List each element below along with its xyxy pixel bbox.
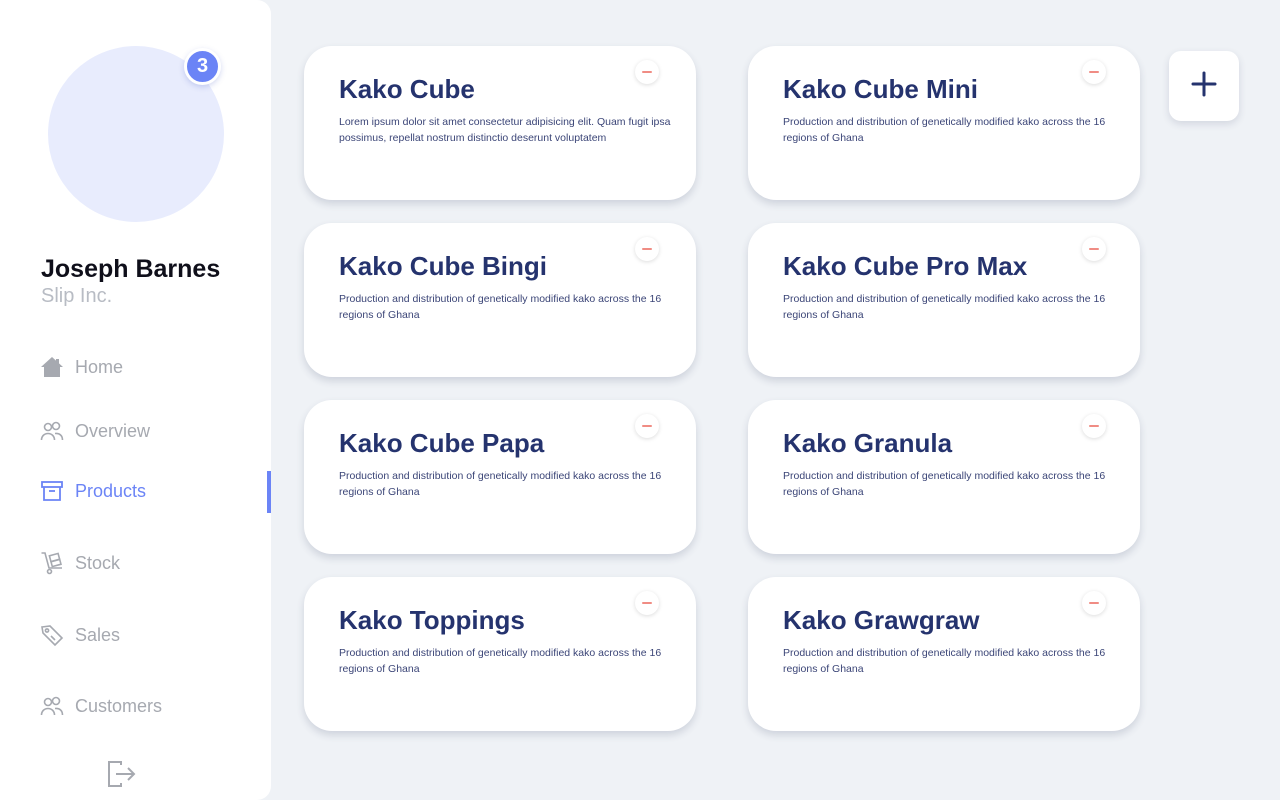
remove-product-button[interactable] [1082,591,1106,615]
product-card[interactable]: Kako Cube Pro Max Production and distrib… [748,223,1140,377]
product-title: Kako Cube Pro Max [783,251,1028,281]
nav-item-stock[interactable]: Stock [40,543,271,583]
product-description: Production and distribution of genetical… [339,470,662,498]
product-title: Kako Cube Bingi [339,251,548,281]
user-company: Slip Inc. [41,285,113,307]
product-description: Production and distribution of genetical… [783,116,1106,144]
home-icon [40,355,64,379]
hand-truck-icon [40,551,64,575]
minus-icon [642,425,652,427]
nav-item-overview[interactable]: Overview [40,411,271,451]
product-description: Production and distribution of genetical… [339,293,662,321]
notification-count: 3 [196,55,209,77]
product-title: Kako Toppings [339,605,525,635]
nav-item-sales[interactable]: Sales [40,615,271,655]
remove-product-button[interactable] [1082,414,1106,438]
minus-icon [642,71,652,73]
product-card[interactable]: Kako Toppings Production and distributio… [304,577,696,731]
product-card[interactable]: Kako Cube Mini Production and distributi… [748,46,1140,200]
minus-icon [1089,602,1099,604]
nav-label-sales: Sales [75,624,121,645]
nav-item-customers[interactable]: Customers [40,686,271,726]
user-name: Joseph Barnes [41,255,221,283]
nav-label-stock: Stock [75,552,121,573]
product-card[interactable]: Kako Grawgraw Production and distributio… [748,577,1140,731]
nav-item-home[interactable]: Home [40,347,271,387]
product-description: Production and distribution of genetical… [339,647,662,675]
remove-product-button[interactable] [635,237,659,261]
plus-icon [1191,71,1217,102]
nav-item-products[interactable]: Products [40,471,271,513]
remove-product-button[interactable] [1082,237,1106,261]
remove-product-button[interactable] [1082,60,1106,84]
product-description: Lorem ipsum dolor sit amet consectetur a… [339,116,671,144]
users-icon [40,694,64,718]
add-product-button[interactable] [1169,51,1239,121]
product-description: Production and distribution of genetical… [783,647,1106,675]
active-indicator [267,471,271,513]
product-description: Production and distribution of genetical… [783,293,1106,321]
product-card[interactable]: Kako Cube Papa Production and distributi… [304,400,696,554]
product-card[interactable]: Kako Cube Lorem ipsum dolor sit amet con… [304,46,696,200]
product-title: Kako Cube Mini [783,74,979,104]
product-title: Kako Grawgraw [783,605,980,635]
product-card[interactable]: Kako Granula Production and distribution… [748,400,1140,554]
archive-box-icon [40,479,64,503]
minus-icon [1089,248,1099,250]
sidebar: 3 Joseph Barnes Slip Inc. Home Overview … [0,0,271,800]
product-title: Kako Granula [783,428,953,458]
remove-product-button[interactable] [635,60,659,84]
nav-label-overview: Overview [75,420,151,441]
nav-label-home: Home [75,356,124,377]
product-description: Production and distribution of genetical… [783,470,1106,498]
minus-icon [642,248,652,250]
logout-icon [107,760,137,792]
nav-label-customers: Customers [75,695,163,716]
minus-icon [642,602,652,604]
logout-button[interactable] [106,760,138,792]
minus-icon [1089,425,1099,427]
product-card[interactable]: Kako Cube Bingi Production and distribut… [304,223,696,377]
product-title: Kako Cube Papa [339,428,545,458]
product-title: Kako Cube [339,74,475,104]
users-icon [40,419,64,443]
minus-icon [1089,71,1099,73]
price-tag-icon [40,623,64,647]
remove-product-button[interactable] [635,414,659,438]
nav-label-products: Products [75,480,147,501]
notification-badge[interactable]: 3 [184,48,221,85]
remove-product-button[interactable] [635,591,659,615]
